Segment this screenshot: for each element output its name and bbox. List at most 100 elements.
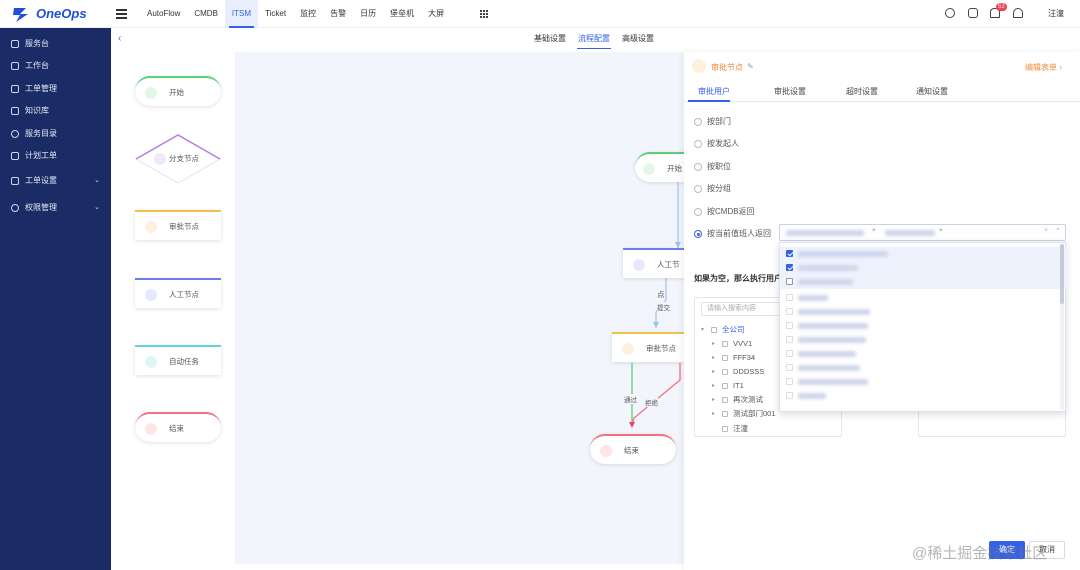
tree-checkbox[interactable]: [722, 341, 728, 347]
user-name[interactable]: 汪潼: [1048, 0, 1064, 28]
nav-dashboard[interactable]: 大屏: [421, 0, 451, 28]
nav-monitor[interactable]: 监控: [293, 0, 323, 28]
back-chevron-icon[interactable]: ‹: [118, 33, 121, 44]
sidebar-item-knowledge[interactable]: 知识库: [0, 101, 111, 121]
logo[interactable]: OneOps: [12, 5, 112, 23]
dropdown-option[interactable]: [780, 247, 1067, 261]
radio-button[interactable]: [694, 163, 702, 171]
sidebar-item-ticket-settings[interactable]: 工单设置 ⌄: [0, 171, 111, 191]
settings-icon[interactable]: [968, 8, 978, 18]
sidebar-item-ticket-manage[interactable]: 工单管理: [0, 79, 111, 99]
palette-approve-node[interactable]: 审批节点: [135, 210, 221, 240]
option-checkbox[interactable]: [786, 294, 793, 301]
dropdown-option[interactable]: [780, 319, 1067, 333]
caret-right-icon[interactable]: ▸: [712, 366, 715, 378]
sidebar-item-workbench[interactable]: 工作台: [0, 56, 111, 76]
option-checkbox[interactable]: [786, 378, 793, 385]
tree-checkbox[interactable]: [722, 369, 728, 375]
help-icon[interactable]: [945, 8, 955, 18]
flow-end-node[interactable]: 结束: [590, 434, 676, 464]
option-checkbox[interactable]: [786, 350, 793, 357]
edit-form-link[interactable]: 编辑表单 ›: [1025, 62, 1062, 73]
flow-approve-node[interactable]: 审批节点: [612, 332, 684, 362]
tab-advanced[interactable]: 高级设置: [616, 30, 660, 50]
palette-manual-node[interactable]: 人工节点: [135, 278, 221, 308]
caret-right-icon[interactable]: ▸: [712, 352, 715, 364]
sidebar-item-permissions[interactable]: 权限管理 ⌄: [0, 198, 111, 218]
dropdown-option[interactable]: [780, 361, 1067, 375]
tab-flow[interactable]: 流程配置: [572, 30, 616, 50]
dropdown-scrollbar[interactable]: [1060, 244, 1064, 410]
option-checkbox[interactable]: [786, 250, 793, 257]
tab-approve-user[interactable]: 审批用户: [688, 84, 730, 102]
nav-calendar[interactable]: 日历: [353, 0, 383, 28]
tree-checkbox[interactable]: [722, 383, 728, 389]
tree-search-input[interactable]: 请输入搜索内容: [701, 302, 781, 316]
tag-close-icon[interactable]: ×: [872, 228, 876, 234]
option-checkbox[interactable]: [786, 392, 793, 399]
sidebar-item-catalog[interactable]: 服务目录: [0, 124, 111, 144]
radio-button[interactable]: [694, 208, 702, 216]
radio-button[interactable]: [694, 140, 702, 148]
dropdown-option[interactable]: [780, 291, 1067, 305]
dropdown-option[interactable]: [780, 261, 1067, 275]
caret-right-icon[interactable]: ▸: [712, 380, 715, 392]
tree-checkbox[interactable]: [722, 397, 728, 403]
bell-icon[interactable]: [1013, 8, 1023, 18]
radio-button[interactable]: [694, 185, 702, 193]
edit-pencil-icon[interactable]: ✎: [747, 62, 754, 71]
option-checkbox[interactable]: [786, 322, 793, 329]
palette-branch-node[interactable]: 分支节点: [134, 134, 222, 184]
radio-button[interactable]: [694, 230, 702, 238]
duty-user-select[interactable]: × × × ⌃: [779, 224, 1066, 241]
config-tabs: 基础设置 流程配置 高级设置: [528, 30, 660, 50]
palette-auto-node[interactable]: 自动任务: [135, 345, 221, 375]
dropdown-option[interactable]: [780, 275, 1067, 289]
caret-right-icon[interactable]: ▸: [712, 338, 715, 350]
option-checkbox[interactable]: [786, 278, 793, 285]
palette-start-node[interactable]: 开始: [135, 76, 221, 106]
option-label: 按发起人: [707, 139, 739, 148]
tag-close-icon[interactable]: ×: [939, 228, 943, 234]
dropdown-option[interactable]: [780, 347, 1067, 361]
option-label: 按职位: [707, 162, 731, 171]
nav-bastion[interactable]: 堡垒机: [383, 0, 421, 28]
sidebar-item-label: 权限管理: [25, 203, 57, 212]
nav-alert[interactable]: 告警: [323, 0, 353, 28]
stop-icon: [145, 423, 157, 435]
option-checkbox[interactable]: [786, 336, 793, 343]
tab-notify-settings[interactable]: 通知设置: [906, 84, 948, 102]
clear-icon[interactable]: ×: [1044, 227, 1048, 234]
option-checkbox[interactable]: [786, 264, 793, 271]
option-checkbox[interactable]: [786, 364, 793, 371]
tree-checkbox[interactable]: [722, 426, 728, 432]
tree-checkbox[interactable]: [722, 411, 728, 417]
tab-timeout-settings[interactable]: 超时设置: [836, 84, 878, 102]
tab-approve-settings[interactable]: 审批设置: [764, 84, 806, 102]
radio-button[interactable]: [694, 118, 702, 126]
sidebar-item-service-desk[interactable]: 服务台: [0, 34, 111, 54]
flow-manual-node[interactable]: 人工节点: [623, 248, 684, 299]
dropdown-option[interactable]: [780, 333, 1067, 347]
caret-right-icon[interactable]: ▸: [712, 408, 715, 420]
nav-itsm[interactable]: ITSM: [224, 0, 259, 28]
nav-cmdb[interactable]: CMDB: [187, 0, 225, 28]
option-checkbox[interactable]: [786, 308, 793, 315]
caret-down-icon[interactable]: ▾: [701, 324, 704, 336]
dropdown-option[interactable]: [780, 375, 1067, 389]
tree-checkbox[interactable]: [722, 355, 728, 361]
option-label: 按分组: [707, 184, 731, 193]
dropdown-option[interactable]: [780, 389, 1067, 403]
menu-toggle-icon[interactable]: [116, 9, 127, 19]
auto-icon: [145, 356, 157, 368]
nav-ticket[interactable]: Ticket: [258, 0, 293, 28]
caret-right-icon[interactable]: ▸: [712, 394, 715, 406]
nav-autoflow[interactable]: AutoFlow: [140, 0, 187, 28]
sidebar-item-plan[interactable]: 计划工单: [0, 146, 111, 166]
dropdown-option[interactable]: [780, 305, 1067, 319]
tab-basic[interactable]: 基础设置: [528, 30, 572, 50]
palette-end-node[interactable]: 结束: [135, 412, 221, 442]
apps-grid-icon[interactable]: [480, 10, 488, 18]
chevron-up-icon[interactable]: ⌃: [1055, 227, 1061, 235]
tree-checkbox[interactable]: [711, 327, 717, 333]
